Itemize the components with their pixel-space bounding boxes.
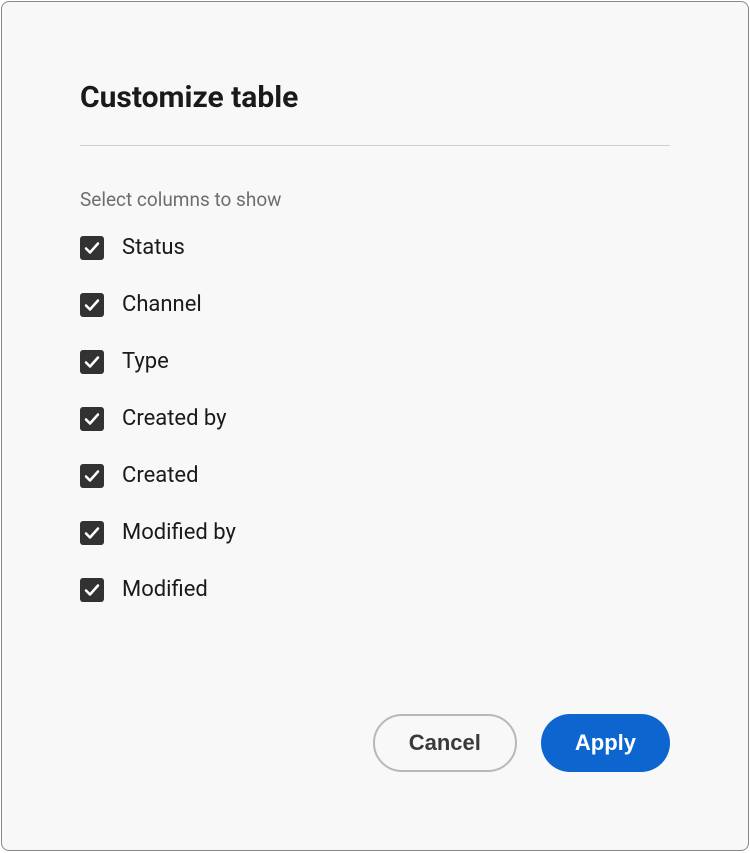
checkbox-row-channel[interactable]: Channel <box>80 292 670 317</box>
checkbox-label: Channel <box>122 292 202 317</box>
cancel-button[interactable]: Cancel <box>373 714 517 772</box>
checkbox-status[interactable] <box>80 236 104 260</box>
check-icon <box>84 411 100 427</box>
dialog-title: Customize table <box>80 80 670 115</box>
checkbox-label: Created <box>122 463 198 488</box>
section-label: Select columns to show <box>80 188 670 211</box>
checkbox-label: Status <box>122 235 185 260</box>
checkbox-row-modified[interactable]: Modified <box>80 577 670 602</box>
apply-button[interactable]: Apply <box>541 714 670 772</box>
checkbox-row-created[interactable]: Created <box>80 463 670 488</box>
checkbox-row-type[interactable]: Type <box>80 349 670 374</box>
button-row: Cancel Apply <box>373 714 670 772</box>
check-icon <box>84 468 100 484</box>
checkbox-row-created-by[interactable]: Created by <box>80 406 670 431</box>
checkbox-label: Type <box>122 349 169 374</box>
customize-table-dialog: Customize table Select columns to show S… <box>1 1 749 851</box>
checkbox-modified[interactable] <box>80 578 104 602</box>
checkbox-channel[interactable] <box>80 293 104 317</box>
checkbox-row-modified-by[interactable]: Modified by <box>80 520 670 545</box>
check-icon <box>84 297 100 313</box>
check-icon <box>84 582 100 598</box>
checkbox-created-by[interactable] <box>80 407 104 431</box>
checkbox-created[interactable] <box>80 464 104 488</box>
divider <box>80 145 670 146</box>
check-icon <box>84 354 100 370</box>
checkbox-list: Status Channel Type Created by Created <box>80 235 670 602</box>
checkbox-modified-by[interactable] <box>80 521 104 545</box>
check-icon <box>84 525 100 541</box>
checkbox-type[interactable] <box>80 350 104 374</box>
checkbox-label: Created by <box>122 406 227 431</box>
checkbox-label: Modified <box>122 577 208 602</box>
checkbox-label: Modified by <box>122 520 236 545</box>
check-icon <box>84 240 100 256</box>
checkbox-row-status[interactable]: Status <box>80 235 670 260</box>
